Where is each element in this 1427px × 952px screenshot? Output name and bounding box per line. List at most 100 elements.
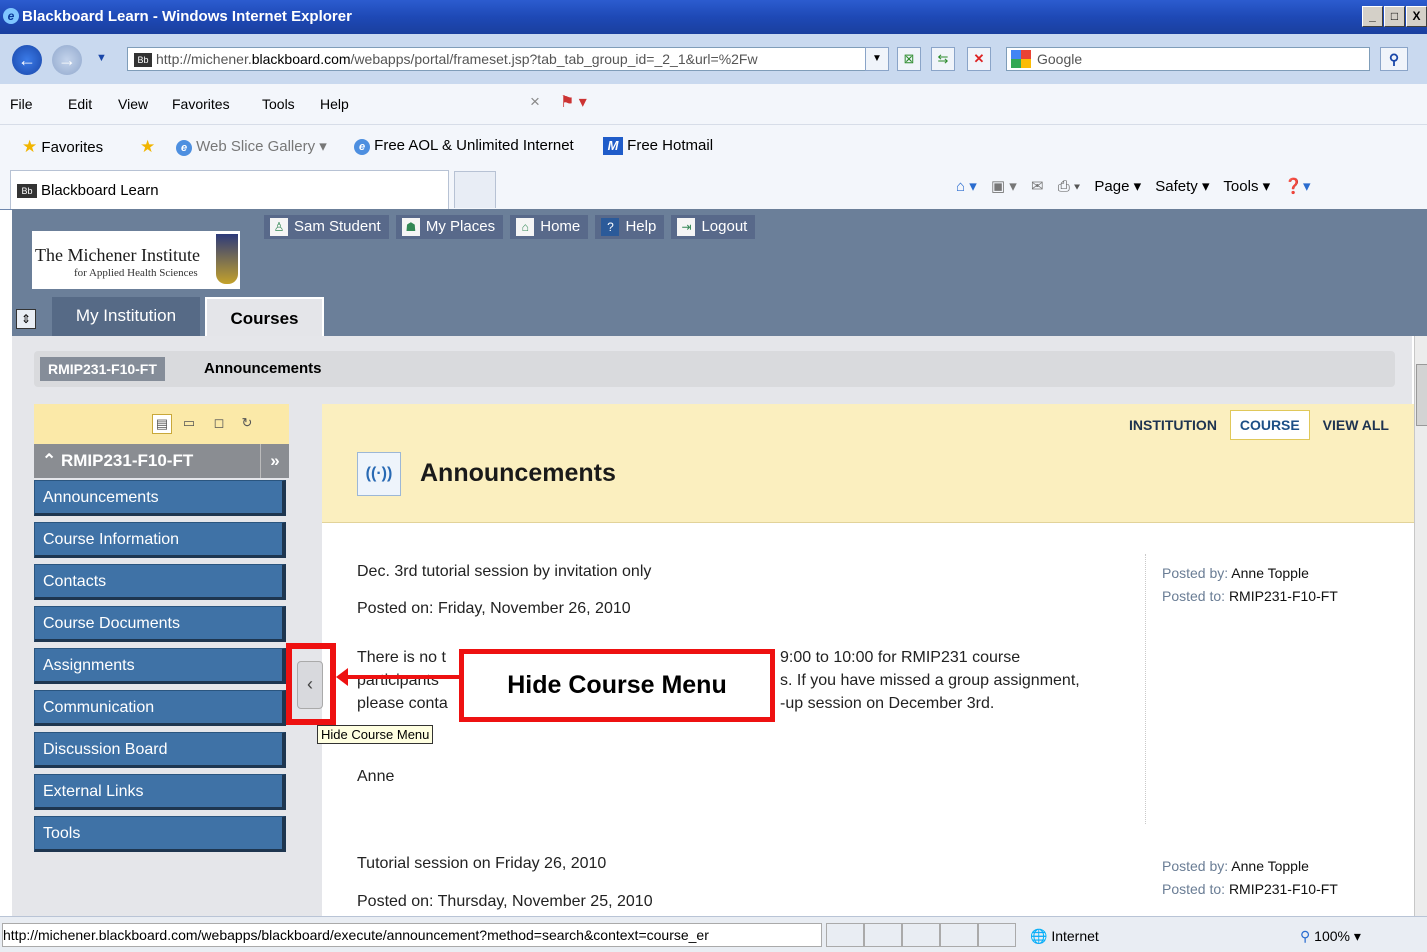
announcement-body-line: -up session on December 3rd.	[780, 695, 995, 712]
mail-icon[interactable]: ✉	[1031, 178, 1044, 195]
feeds-icon[interactable]: ▣ ▾	[991, 178, 1017, 195]
course-menu: ▤ ▭ ◻ ↻ ⌃ RMIP231-F10-FT » Announcements…	[34, 404, 289, 852]
favorite-free-hotmail[interactable]: M Free Hotmail	[603, 137, 713, 155]
user-name-link[interactable]: ♙ Sam Student	[264, 215, 389, 240]
scrollbar-thumb[interactable]	[1416, 364, 1427, 426]
tab-courses[interactable]: Courses	[205, 297, 324, 338]
refresh-icon[interactable]: ⇆	[931, 47, 955, 71]
favorites-button[interactable]: ★ Favorites	[22, 137, 103, 157]
course-menu-item-discussion-board[interactable]: Discussion Board	[34, 732, 286, 768]
announcement-title: Dec. 3rd tutorial session by invitation …	[357, 563, 652, 580]
logout-icon: ⇥	[677, 218, 696, 237]
help-link[interactable]: ? Help	[595, 215, 665, 240]
divider	[1145, 554, 1146, 824]
announcement-body-line: s. If you have missed a group assignment…	[780, 672, 1080, 689]
menu-view[interactable]: View	[118, 96, 148, 112]
search-input[interactable]: Google	[1006, 47, 1370, 71]
menu-bar: File Edit View Favorites Tools Help × ⚑ …	[0, 84, 1427, 125]
breadcrumb: RMIP231-F10-FT Announcements	[34, 351, 1395, 387]
site-favicon-icon: Bb	[134, 53, 152, 68]
compatibility-view-icon[interactable]: ⊠	[897, 47, 921, 71]
close-window-button[interactable]: X	[1406, 6, 1427, 27]
course-menu-item-tools[interactable]: Tools	[34, 816, 286, 852]
highlight-box	[286, 643, 336, 725]
people-icon: ☗	[401, 218, 420, 237]
safety-menu[interactable]: Safety ▾	[1155, 178, 1209, 195]
favorite-free-aol[interactable]: e Free AOL & Unlimited Internet	[354, 137, 574, 155]
course-menu-title[interactable]: ⌃ RMIP231-F10-FT »	[34, 444, 289, 478]
callout-arrow	[345, 675, 459, 679]
favorite-web-slice-gallery[interactable]: e Web Slice Gallery ▾	[176, 137, 327, 156]
menu-favorites[interactable]: Favorites	[172, 96, 230, 112]
page-menu[interactable]: Page ▾	[1094, 178, 1141, 195]
announcement-body-line: 9:00 to 10:00 for RMIP231 course	[780, 649, 1021, 666]
breadcrumb-course[interactable]: RMIP231-F10-FT	[40, 357, 165, 381]
announcement-title: Tutorial session on Friday 26, 2010	[357, 855, 607, 872]
view-institution[interactable]: INSTITUTION	[1120, 411, 1226, 439]
home-link[interactable]: ⌂ Home	[510, 215, 589, 240]
tooltip: Hide Course Menu	[317, 725, 434, 744]
browser-tab-blackboard[interactable]: Bb Blackboard Learn	[10, 170, 449, 209]
callout-arrowhead	[336, 668, 348, 686]
security-zone: 🌐 Internet	[1030, 928, 1099, 944]
folder-view-icon[interactable]: ▭	[180, 414, 198, 432]
ie-page-icon: e	[176, 140, 192, 156]
course-menu-item-contacts[interactable]: Contacts	[34, 564, 286, 600]
view-course[interactable]: COURSE	[1229, 410, 1310, 440]
window-icon[interactable]: ◻	[210, 414, 228, 432]
stop-icon[interactable]: ✕	[967, 47, 991, 71]
menu-tools[interactable]: Tools	[262, 96, 295, 112]
history-dropdown-icon[interactable]: ▼	[96, 52, 107, 64]
close-toolbar-icon[interactable]: ×	[530, 92, 540, 112]
institution-logo[interactable]: The Michener Institute for Applied Healt…	[32, 231, 240, 289]
home-icon[interactable]: ⌂ ▾	[956, 178, 977, 195]
help-icon[interactable]: ❓▾	[1284, 178, 1310, 195]
course-menu-item-assignments[interactable]: Assignments	[34, 648, 286, 684]
announcement-date: Posted on: Friday, November 26, 2010	[357, 600, 631, 617]
breadcrumb-page: Announcements	[204, 360, 322, 377]
menu-help[interactable]: Help	[320, 96, 349, 112]
announcement-body-line: please conta	[357, 695, 448, 712]
back-button[interactable]: ←	[12, 45, 42, 75]
my-places-link[interactable]: ☗ My Places	[395, 215, 504, 240]
translate-icon[interactable]: ⚑ ▾	[560, 92, 587, 112]
vertical-scrollbar[interactable]	[1414, 336, 1427, 916]
menu-file[interactable]: File	[10, 96, 33, 112]
minimize-button[interactable]: _	[1362, 6, 1383, 27]
tools-menu[interactable]: Tools ▾	[1223, 178, 1270, 195]
command-bar: ⌂ ▾ ▣ ▾ ✉ ⎙ ▾ Page ▾ Safety ▾ Tools ▾ ❓▾	[956, 177, 1321, 195]
list-view-icon[interactable]: ▤	[152, 414, 172, 434]
help-icon: ?	[601, 218, 620, 237]
zoom-icon: ⚲	[1300, 928, 1311, 944]
search-icon[interactable]: ⚲	[1380, 47, 1408, 71]
address-bar[interactable]: Bb http://michener.blackboard.com/webapps…	[127, 47, 889, 71]
course-menu-toolbar: ▤ ▭ ◻ ↻	[34, 404, 289, 444]
maximize-button[interactable]: □	[1384, 6, 1405, 27]
status-url: http://michener.blackboard.com/webapps/b…	[2, 923, 822, 947]
add-favorite-icon[interactable]: ★	[140, 137, 155, 157]
print-icon[interactable]: ⎙ ▾	[1058, 178, 1080, 195]
blackboard-header: The Michener Institute for Applied Healt…	[12, 209, 1427, 338]
announcement-date: Posted on: Thursday, November 25, 2010	[357, 893, 653, 910]
refresh-icon[interactable]: ↻	[238, 414, 256, 432]
content-area: RMIP231-F10-FT Announcements ▤ ▭ ◻ ↻ ⌃ R…	[12, 336, 1420, 924]
crest-icon	[216, 234, 238, 284]
view-all[interactable]: VIEW ALL	[1314, 411, 1398, 439]
page-header: INSTITUTION COURSE VIEW ALL ((·)) Announ…	[322, 404, 1420, 523]
address-toolbar: ← → ▼ Bb http://michener.blackboard.com/w…	[0, 34, 1427, 84]
new-tab-button[interactable]	[454, 171, 496, 208]
course-menu-item-external-links[interactable]: External Links	[34, 774, 286, 810]
forward-button[interactable]: →	[52, 45, 82, 75]
announcement-signature: Anne	[357, 768, 395, 785]
tab-my-institution[interactable]: My Institution	[52, 297, 200, 336]
course-menu-item-communication[interactable]: Communication	[34, 690, 286, 726]
tab-toggle-icon[interactable]: ⇕	[16, 309, 36, 329]
logout-link[interactable]: ⇥ Logout	[671, 215, 756, 240]
address-dropdown-icon[interactable]: ▼	[865, 47, 889, 71]
course-menu-item-announcements[interactable]: Announcements	[34, 480, 286, 516]
zoom-level[interactable]: ⚲ 100% ▾	[1300, 928, 1361, 945]
expand-menu-icon[interactable]: »	[260, 444, 289, 478]
course-menu-item-course-information[interactable]: Course Information	[34, 522, 286, 558]
course-menu-item-course-documents[interactable]: Course Documents	[34, 606, 286, 642]
menu-edit[interactable]: Edit	[68, 96, 92, 112]
